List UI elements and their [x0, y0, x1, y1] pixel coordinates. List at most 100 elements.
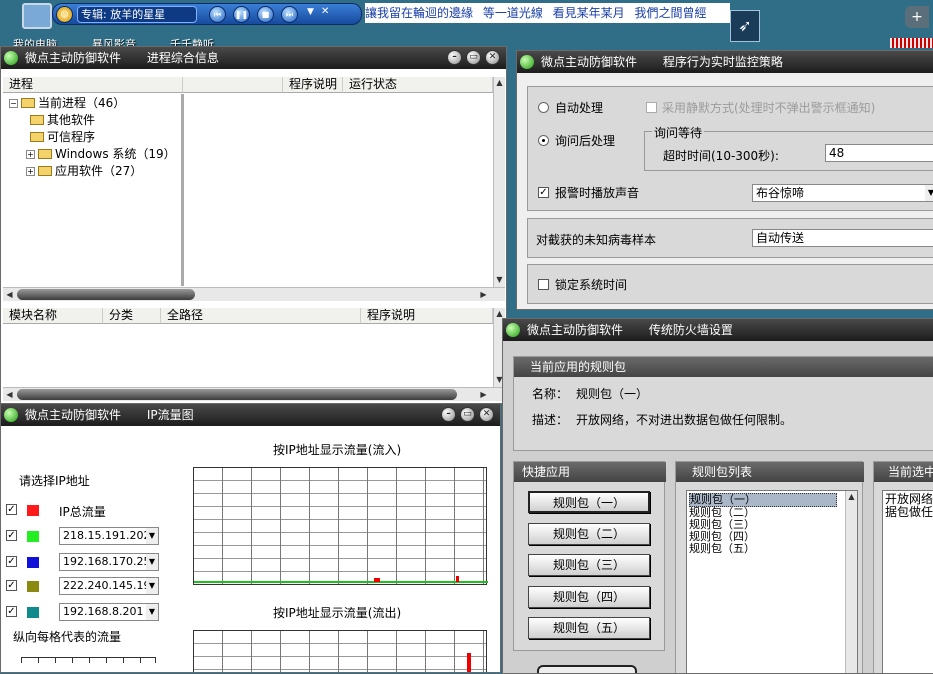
ip-row-checkbox[interactable]: ✓ [6, 556, 17, 567]
chevron-down-icon[interactable]: ▼ [146, 604, 158, 620]
collapse-icon[interactable]: − [9, 99, 18, 108]
rule-pack-4-button[interactable]: 规则包（四） [528, 586, 650, 608]
column-header-description[interactable]: 程序说明 [283, 77, 343, 93]
ip-row-checkbox[interactable]: ✓ [6, 504, 17, 515]
tree-node[interactable]: 可信程序 [9, 129, 179, 146]
chevron-down-icon[interactable]: ▼ [925, 185, 933, 201]
sample-select[interactable]: 自动传送 [752, 229, 933, 247]
list-item[interactable]: 规则包（一） [689, 493, 837, 507]
outflow-graph [193, 630, 487, 672]
slider-tick [72, 657, 73, 663]
alarm-sound-select[interactable]: 布谷惊啼▼ [752, 184, 933, 202]
restore-icon[interactable]: ▭ [460, 407, 475, 422]
scroll-left-icon[interactable]: ◀ [3, 288, 16, 301]
vertical-scrollbar[interactable]: ▲ [845, 491, 857, 673]
list-item[interactable]: 规则包（五） [689, 543, 855, 555]
bird-icon[interactable]: ➶ [730, 10, 760, 42]
traffic-spike [374, 578, 380, 582]
column-header-module-description[interactable]: 程序说明 [361, 308, 493, 324]
rule-pack-list[interactable]: 规则包（一） 规则包（二） 规则包（三） 规则包（四） 规则包（五） ▲ [686, 490, 858, 673]
close-icon[interactable]: ✕ [485, 50, 500, 65]
lock-time-checkbox[interactable] [538, 279, 549, 290]
expand-icon[interactable]: + [26, 150, 35, 159]
tree-node[interactable]: 其他软件 [9, 112, 179, 129]
music-player-bar: ☺ 专辑: 放羊的星星 ⏮ ❚❚ ■ ⏭ ▼ ✕ [52, 3, 362, 25]
scroll-down-icon[interactable]: ▼ [494, 274, 505, 286]
title-bar[interactable]: 微点主动防御软件 IP流量图 – ▭ ✕ [1, 404, 500, 426]
ask-process-radio[interactable] [538, 135, 549, 146]
ip-row-checkbox[interactable]: ✓ [6, 530, 17, 541]
slider-tick [140, 657, 141, 663]
timeout-input[interactable]: 48 [825, 144, 933, 162]
chevron-down-icon[interactable]: ▼ [146, 578, 158, 594]
folder-open-icon [21, 98, 35, 108]
ip-select[interactable]: 222.240.145.19 ▼ [59, 577, 159, 595]
menu-arrow-icon[interactable]: ▼ [307, 7, 314, 17]
minimize-icon[interactable]: – [447, 50, 462, 65]
ip-select[interactable]: 218.15.191.202 ▼ [59, 527, 159, 545]
alarm-sound-checkbox[interactable]: ✓ [538, 187, 549, 198]
series-color-swatch [27, 581, 39, 592]
column-header-spacer [183, 77, 283, 93]
scale-slider[interactable] [21, 657, 156, 663]
rule-pack-5-button[interactable]: 规则包（五） [528, 617, 650, 639]
rule-pack-1-button[interactable]: 规则包（一） [528, 491, 650, 513]
restore-icon[interactable]: ▭ [466, 50, 481, 65]
ip-row-checkbox[interactable]: ✓ [6, 606, 17, 617]
tree-node[interactable]: + Windows 系统（19） [9, 146, 179, 163]
title-bar[interactable]: 微点主动防御软件 进程综合信息 – ▭ ✕ [1, 47, 506, 69]
scroll-up-icon[interactable]: ▲ [846, 491, 857, 503]
slider-tick [38, 657, 39, 663]
chevron-down-icon[interactable]: ▼ [146, 528, 158, 544]
stop-icon[interactable]: ■ [257, 6, 274, 23]
folder-icon [38, 166, 52, 176]
app-name: 微点主动防御软件 [25, 51, 122, 65]
my-computer-icon[interactable] [22, 3, 52, 29]
horizontal-scrollbar[interactable]: ◀ ▶ [3, 287, 505, 301]
rule-list-panel: 规则包列表 规则包（一） 规则包（二） 规则包（三） 规则包（四） 规则包（五）… [675, 461, 864, 673]
scroll-left-icon[interactable]: ◀ [3, 388, 16, 401]
silent-mode-checkbox[interactable] [646, 102, 657, 113]
ip-select[interactable]: 192.168.8.201 ▼ [59, 603, 159, 621]
lyric-ticker: 讓我留在輪迴的邊緣 等一道光線 看見某年某月 我們之間曾經 [365, 3, 730, 23]
outflow-title: 按IP地址显示流量(流出) [273, 606, 402, 620]
column-header-process[interactable]: 进程 [3, 77, 183, 93]
title-bar[interactable]: 微点主动防御软件 传统防火墙设置 [503, 319, 933, 341]
expand-icon[interactable]: + [26, 167, 35, 176]
series-color-swatch [27, 557, 39, 568]
column-header-status[interactable]: 运行状态 [343, 77, 493, 93]
previous-icon[interactable]: ⏮ [209, 6, 226, 23]
player-face-icon[interactable]: ☺ [56, 6, 73, 23]
ip-select[interactable]: 192.168.170.254 ▼ [59, 553, 159, 571]
close-icon[interactable]: ✕ [321, 6, 329, 17]
slider-tick [123, 657, 124, 663]
horizontal-scrollbar[interactable]: ◀ ▶ [3, 387, 505, 401]
column-header-module[interactable]: 模块名称 [3, 308, 103, 324]
tree-node[interactable]: + 应用软件（27） [9, 163, 179, 180]
ip-row-checkbox[interactable]: ✓ [6, 580, 17, 591]
next-icon[interactable]: ⏭ [281, 6, 298, 23]
chevron-down-icon[interactable]: ▼ [146, 554, 158, 570]
app-logo-icon [520, 55, 534, 69]
column-header-category[interactable]: 分类 [103, 308, 161, 324]
title-bar[interactable]: 微点主动防御软件 程序行为实时监控策略 [517, 51, 933, 73]
rule-pack-3-button[interactable]: 规则包（三） [528, 554, 650, 576]
close-icon[interactable]: ✕ [479, 407, 494, 422]
app-name: 微点主动防御软件 [25, 408, 122, 422]
scroll-right-icon[interactable]: ▶ [477, 288, 490, 301]
column-header-path[interactable]: 全路径 [161, 308, 361, 324]
sidebar-plus-icon[interactable]: + [905, 6, 929, 28]
pane-splitter[interactable] [181, 94, 184, 286]
ip-row-label: IP总流量 [59, 505, 106, 519]
scroll-thumb[interactable] [17, 289, 195, 300]
minimize-icon[interactable]: – [441, 407, 456, 422]
rule-pack-2-button[interactable]: 规则包（二） [528, 523, 650, 545]
pause-icon[interactable]: ❚❚ [233, 6, 250, 23]
scroll-up-icon[interactable]: ▲ [494, 77, 505, 89]
scroll-thumb[interactable] [17, 389, 457, 400]
vertical-scrollbar[interactable]: ▲ ▼ [493, 77, 505, 287]
scroll-right-icon[interactable]: ▶ [477, 388, 490, 401]
behavior-monitor-window: 微点主动防御软件 程序行为实时监控策略 自动处理 采用静默方式(处理时不弹出警示… [516, 50, 933, 310]
tree-node-root[interactable]: − 当前进程（46） [9, 95, 179, 112]
auto-process-radio[interactable] [538, 102, 549, 113]
